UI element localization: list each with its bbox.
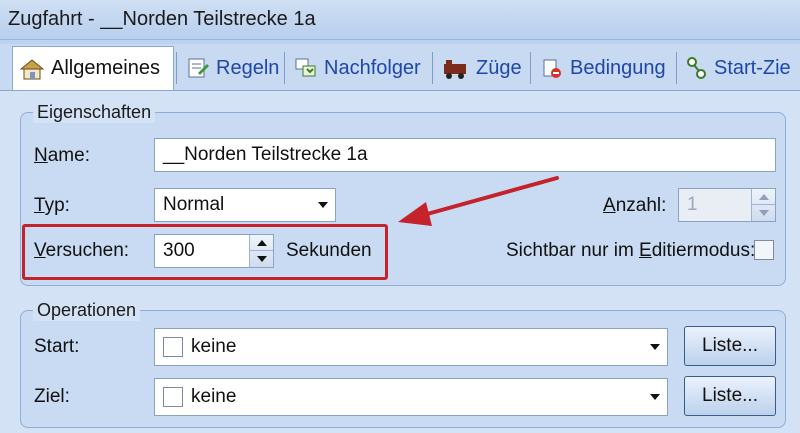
tab-start-ziel[interactable]: Start-Zie [680,48,800,88]
rules-icon [188,58,209,78]
ziel-value: keine [191,386,237,407]
start-label: Start: [34,336,80,357]
name-value: __Norden Teilstrecke 1a [163,144,368,165]
spin-up-icon [752,189,775,205]
group-legend: Operationen [33,300,141,321]
tab-label: Bedingung [570,56,666,79]
tab-separator [432,52,433,84]
chevron-down-icon[interactable] [643,329,667,365]
tab-label: Allgemeines [51,57,160,79]
chevron-down-icon[interactable] [643,379,667,415]
group-legend: Eigenschaften [33,102,156,123]
tab-separator [176,52,177,84]
tab-label: Start-Zie [714,56,791,79]
train-icon [444,60,466,79]
typ-value: Normal [163,194,225,215]
tab-bedingung[interactable]: Bedingung [534,48,674,88]
ziel-select[interactable]: keine [154,378,668,416]
name-label: Name: [34,145,90,166]
typ-label: Typ: [34,195,70,216]
tab-separator [676,52,677,84]
tab-label: Regeln [216,56,280,79]
anzahl-value: 1 [687,194,698,215]
name-input[interactable]: __Norden Teilstrecke 1a [154,138,776,172]
house-icon [19,58,45,79]
ziel-liste-button[interactable]: Liste... [684,376,776,416]
tab-regeln[interactable]: Regeln [180,48,282,88]
start-liste-button[interactable]: Liste... [684,326,776,366]
spin-down-icon [752,205,775,221]
sichtbar-checkbox[interactable] [754,240,774,260]
window-title: Zugfahrt - __Norden Teilstrecke 1a [8,8,316,30]
start-checkbox[interactable] [163,337,183,357]
tab-separator [284,52,285,84]
tab-zuege[interactable]: Züge [436,48,528,88]
tab-label: Nachfolger [324,56,421,79]
tab-bar: Allgemeines Regeln Nachfolger Züge Bedin… [0,44,800,90]
ziel-label: Ziel: [34,386,70,407]
tab-label: Züge [476,56,522,79]
tab-nachfolger[interactable]: Nachfolger [288,48,430,88]
start-target-icon [687,57,706,79]
tab-allgemeines[interactable]: Allgemeines [12,46,174,90]
anzahl-label: Anzahl: [603,195,667,216]
annotation-arrow-icon [398,176,559,226]
tab-separator [530,52,531,84]
chevron-down-icon[interactable] [311,189,335,221]
start-select[interactable]: keine [154,328,668,366]
spin-buttons [751,189,775,221]
start-value: keine [191,336,237,357]
successor-icon [295,58,316,77]
sichtbar-label: Sichtbar nur im Editiermodus: [506,240,756,261]
annotation-highlight-box [22,224,388,280]
condition-icon [543,59,561,78]
anzahl-stepper: 1 [678,188,776,222]
typ-select[interactable]: Normal [154,188,336,222]
ziel-checkbox[interactable] [163,387,183,407]
title-bar: Zugfahrt - __Norden Teilstrecke 1a [0,0,800,40]
